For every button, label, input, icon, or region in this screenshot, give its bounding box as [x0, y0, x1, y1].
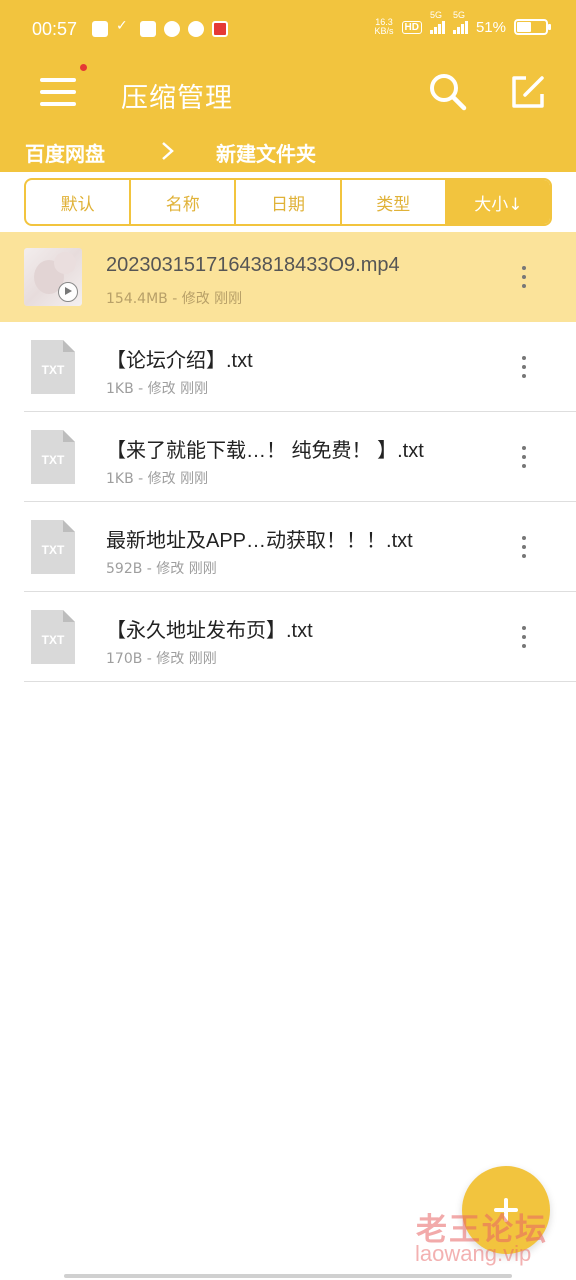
- signal-bars-icon: [452, 20, 468, 34]
- file-name: 【永久地址发布页】.txt: [106, 620, 313, 642]
- video-thumbnail: [24, 248, 82, 306]
- divider: [24, 680, 576, 682]
- battery-percent: 51%: [475, 18, 506, 36]
- file-row-txt[interactable]: TXT 【论坛介绍】.txt 1KB - 修改 刚刚: [0, 322, 576, 412]
- chevron-right-icon: [162, 142, 174, 160]
- svg-text:TXT: TXT: [42, 633, 65, 647]
- notification-icon-2: ✓: [116, 18, 128, 34]
- notification-icon-6: [212, 21, 228, 37]
- app-header: 00:57 ✓ 16.3 KB/s HD 5G 5G 51% 压缩管理 百度网盘…: [0, 0, 576, 172]
- svg-text:TXT: TXT: [42, 543, 65, 557]
- notification-dot: [80, 64, 87, 71]
- file-name: 20230315171643818433O9.mp4: [106, 254, 400, 276]
- message-icon: [188, 21, 204, 37]
- notification-icon-1: [92, 21, 108, 37]
- more-options-button[interactable]: [514, 622, 534, 652]
- hd-badge: HD: [401, 20, 422, 34]
- page-title: 压缩管理: [121, 83, 233, 114]
- txt-file-icon: TXT: [31, 340, 75, 394]
- file-meta: 592B - 修改 刚刚: [106, 561, 217, 577]
- more-options-button[interactable]: [514, 262, 534, 292]
- notification-icon-3: [140, 21, 156, 37]
- battery-icon: [514, 19, 551, 35]
- search-icon: [430, 74, 467, 111]
- edit-icon: [512, 76, 544, 108]
- sort-tab-type[interactable]: 类型: [342, 180, 447, 224]
- gesture-bar[interactable]: [64, 1274, 512, 1278]
- edit-button[interactable]: [508, 72, 548, 112]
- signal-1: 5G: [429, 10, 445, 34]
- txt-file-icon: TXT: [31, 610, 75, 664]
- file-meta: 170B - 修改 刚刚: [106, 651, 217, 667]
- file-row-video[interactable]: 20230315171643818433O9.mp4 154.4MB - 修改 …: [0, 232, 576, 322]
- hamburger-menu-icon: [40, 78, 76, 82]
- svg-text:TXT: TXT: [42, 453, 65, 467]
- menu-button[interactable]: [40, 74, 80, 110]
- status-right: 16.3 KB/s HD 5G 5G 51%: [374, 10, 551, 36]
- search-button[interactable]: [428, 72, 468, 112]
- file-row-txt[interactable]: TXT 【永久地址发布页】.txt 170B - 修改 刚刚: [0, 592, 576, 682]
- breadcrumb-item-root[interactable]: 百度网盘: [25, 138, 105, 167]
- sort-tabs: 默认 名称 日期 类型 大小↓: [24, 178, 552, 226]
- sort-tab-size[interactable]: 大小↓: [446, 180, 550, 224]
- file-row-txt[interactable]: TXT 【来了就能下载…！ 纯免费！ 】.txt 1KB - 修改 刚刚: [0, 412, 576, 502]
- more-options-button[interactable]: [514, 352, 534, 382]
- file-meta: 154.4MB - 修改 刚刚: [106, 291, 243, 307]
- file-name: 最新地址及APP…动获取！！！.txt: [106, 530, 413, 552]
- status-bar: 00:57 ✓ 16.3 KB/s HD 5G 5G 51%: [0, 0, 576, 62]
- file-name: 【来了就能下载…！ 纯免费！ 】.txt: [106, 440, 424, 462]
- status-time: 00:57: [32, 19, 78, 39]
- signal-2: 5G: [452, 10, 468, 34]
- breadcrumb: 百度网盘 新建文件夹: [0, 132, 576, 172]
- file-list: 20230315171643818433O9.mp4 154.4MB - 修改 …: [0, 232, 576, 682]
- net-speed: 16.3 KB/s: [374, 17, 394, 36]
- notification-icon-4: [164, 21, 180, 37]
- file-meta: 1KB - 修改 刚刚: [106, 471, 209, 487]
- file-name: 【论坛介绍】.txt: [106, 350, 253, 372]
- play-icon: [58, 282, 78, 302]
- txt-file-icon: TXT: [31, 430, 75, 484]
- sort-tab-name[interactable]: 名称: [131, 180, 237, 224]
- sort-tab-date[interactable]: 日期: [236, 180, 342, 224]
- breadcrumb-item-current[interactable]: 新建文件夹: [216, 138, 316, 167]
- svg-text:TXT: TXT: [42, 363, 65, 377]
- more-options-button[interactable]: [514, 532, 534, 562]
- txt-file-icon: TXT: [31, 520, 75, 574]
- file-meta: 1KB - 修改 刚刚: [106, 381, 209, 397]
- file-row-txt[interactable]: TXT 最新地址及APP…动获取！！！.txt 592B - 修改 刚刚: [0, 502, 576, 592]
- watermark-url: laowang.vip: [415, 1241, 532, 1266]
- signal-bars-icon: [429, 20, 445, 34]
- sort-tab-default[interactable]: 默认: [26, 180, 132, 224]
- more-options-button[interactable]: [514, 442, 534, 472]
